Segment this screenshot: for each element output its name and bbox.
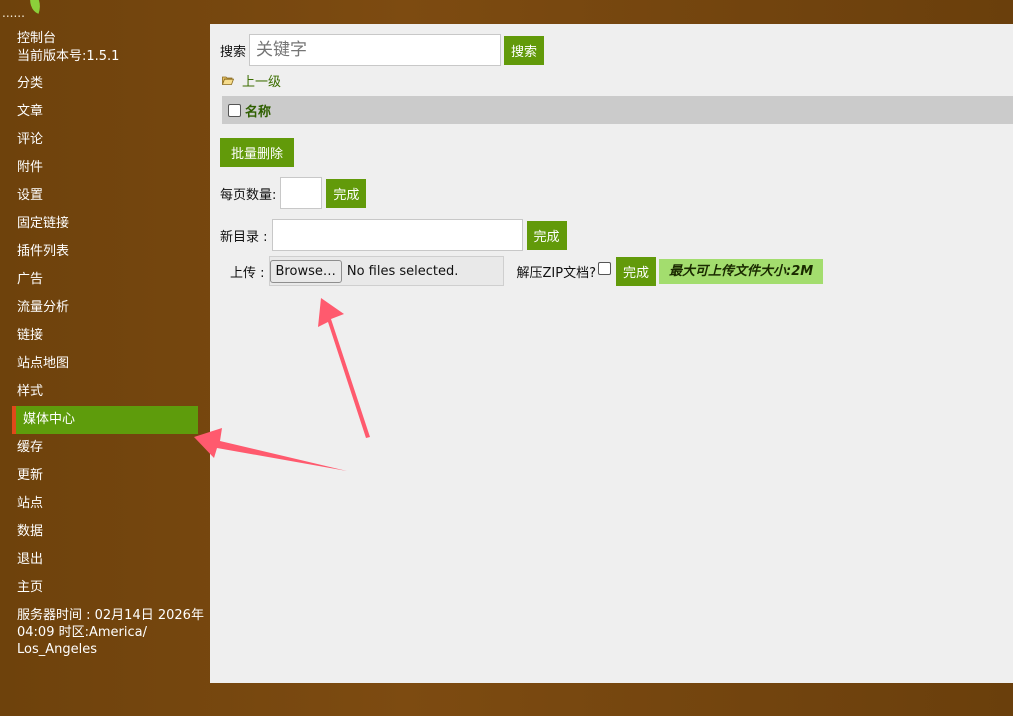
upload-done-button[interactable]: 完成 [616, 256, 657, 286]
header-dots: ...... [2, 6, 25, 20]
sidebar-item-sites[interactable]: 站点 [0, 490, 210, 518]
unzip-label: 解压ZIP文档? [516, 265, 596, 281]
unzip-checkbox[interactable] [598, 261, 611, 275]
search-row: 搜索 搜索 [220, 34, 545, 66]
search-input[interactable] [249, 34, 502, 66]
sidebar-item-attachments[interactable]: 附件 [0, 154, 210, 182]
max-upload-size-notice: 最大可上传文件大小:2M [659, 258, 824, 284]
console-label: 控制台 [17, 31, 57, 46]
up-one-level-link[interactable]: 上一级 [222, 71, 281, 90]
file-status: No files selected. [346, 263, 459, 279]
up-one-level-label: 上一级 [242, 75, 282, 90]
sidebar-item-cache[interactable]: 缓存 [0, 434, 210, 462]
sidebar-item-category[interactable]: 分类 [0, 70, 210, 98]
per-page-row: 每页数量: 完成 [220, 177, 367, 209]
select-all-checkbox[interactable] [228, 103, 241, 117]
sidebar-item-home[interactable]: 主页 [0, 574, 210, 602]
sidebar-item-media-center[interactable]: 媒体中心 [12, 406, 198, 434]
server-time: 服务器时间 : 02月14日 2026年 04:09 时区:America/ L… [0, 602, 207, 658]
media-center-panel: 搜索 搜索 上一级 名称 批量删除 每页数量: 完成 新目录 : 完成 上传 :… [210, 24, 1013, 683]
batch-row: 批量删除 [220, 138, 295, 167]
sidebar-item-update[interactable]: 更新 [0, 462, 210, 490]
sidebar-item-ads[interactable]: 广告 [0, 266, 210, 294]
sidebar-item-links[interactable]: 链接 [0, 322, 210, 350]
sidebar-item-styles[interactable]: 样式 [0, 378, 210, 406]
batch-delete-button[interactable]: 批量删除 [220, 138, 295, 167]
sidebar-item-console[interactable]: 控制台 当前版本号:1.5.1 [0, 28, 210, 70]
server-time-line-2: 04:09 时区:America/ [17, 625, 147, 640]
column-header-name: 名称 [245, 104, 272, 120]
new-dir-done-button[interactable]: 完成 [526, 220, 567, 250]
file-table-header: 名称 [222, 96, 1013, 124]
sidebar-item-traffic[interactable]: 流量分析 [0, 294, 210, 322]
sidebar-item-logout[interactable]: 退出 [0, 546, 210, 574]
sidebar-item-plugins[interactable]: 插件列表 [0, 238, 210, 266]
sidebar: 控制台 当前版本号:1.5.1 分类 文章 评论 附件 设置 固定链接 插件列表… [0, 28, 210, 658]
sidebar-item-comments[interactable]: 评论 [0, 126, 210, 154]
sidebar-item-permalinks[interactable]: 固定链接 [0, 210, 210, 238]
folder-open-icon [222, 76, 234, 85]
search-label: 搜索 [220, 44, 247, 60]
per-page-label: 每页数量: [220, 187, 277, 203]
per-page-input[interactable] [280, 177, 323, 209]
per-page-done-button[interactable]: 完成 [326, 178, 367, 208]
upload-row: 上传 : Browse… No files selected. 解压ZIP文档?… [230, 256, 824, 286]
server-time-line-1: 服务器时间 : 02月14日 2026年 [17, 608, 204, 623]
sidebar-item-data[interactable]: 数据 [0, 518, 210, 546]
sidebar-item-settings[interactable]: 设置 [0, 182, 210, 210]
new-dir-label: 新目录 : [220, 229, 268, 245]
new-dir-input[interactable] [271, 219, 523, 251]
search-button[interactable]: 搜索 [504, 35, 545, 65]
server-time-line-3: Los_Angeles [17, 642, 98, 657]
browse-button[interactable]: Browse… [269, 259, 342, 283]
sidebar-item-articles[interactable]: 文章 [0, 98, 210, 126]
new-dir-row: 新目录 : 完成 [220, 219, 567, 251]
leaf-logo-icon [25, 0, 45, 14]
sidebar-item-sitemap[interactable]: 站点地图 [0, 350, 210, 378]
file-input[interactable]: Browse… No files selected. [268, 256, 504, 286]
version-label: 当前版本号:1.5.1 [17, 49, 120, 64]
upload-label: 上传 : [230, 265, 265, 281]
